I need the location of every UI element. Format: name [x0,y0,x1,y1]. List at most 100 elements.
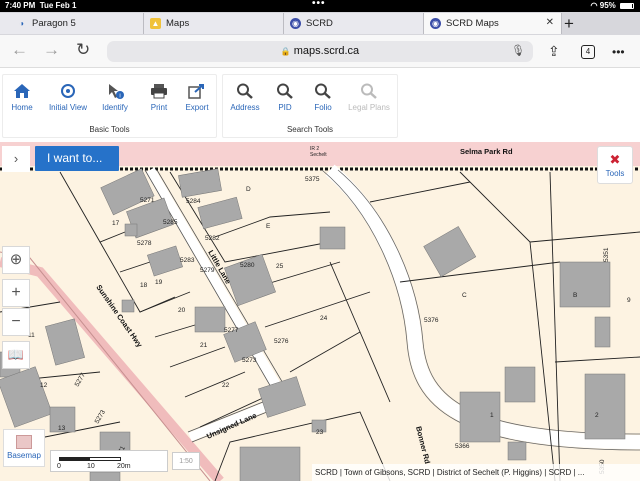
scale-label: 20m [117,463,131,470]
address-label: 5375 [305,176,320,183]
address-label: 5351 [603,247,610,262]
app: Home Initial View i Identify Print Expor… [0,68,640,481]
folio-search-button[interactable]: Folio [301,83,345,112]
tab-label: Paragon 5 [32,18,76,29]
zoom-in-icon[interactable]: + [2,279,30,307]
scale-label: 10 [87,463,95,470]
zoom-out-icon[interactable]: − [2,308,30,336]
locate-me-icon[interactable]: ⊕ [2,246,30,274]
search-icon [315,83,331,99]
address-label: 5283 [180,257,195,264]
tab-scrd[interactable]: ◉ SCRD [284,13,424,34]
lot-label: 24 [320,315,328,322]
browser-tab-bar: ◑ Paragon 5 ▲ Maps ◉ SCRD ◉ SCRD Maps ✕ … [0,12,640,35]
basemap-thumbnail-icon [16,435,32,449]
initial-view-button[interactable]: Initial View [45,83,91,112]
lot-label: 2 [595,412,599,419]
status-time: 7:40 PM Tue Feb 1 [5,1,77,10]
map-canvas[interactable]: Selma Park Rd IR 2 Sechelt Sunshine Coas… [0,142,640,481]
attribution-text: SCRD | Town of Gibsons, SCRD | District … [312,464,640,481]
address-label: 5376 [424,317,439,324]
lot-label: 20 [178,307,186,314]
lot-label: 13 [58,425,66,432]
address-label: 5273 [94,409,107,425]
i-want-to-button[interactable]: I want to... [35,146,119,171]
lot-label: D [246,186,251,193]
url-field[interactable]: 🔒 maps.scrd.ca 🎙 [107,41,533,62]
export-button[interactable]: Export [175,83,219,112]
button-label: Folio [314,103,332,112]
lock-icon: 🔒 [280,47,291,56]
address-label: 5276 [274,338,289,345]
button-label: PID [278,103,292,112]
tools-label: Tools [605,169,625,178]
button-label: Address [230,103,260,112]
tab-scrd-maps[interactable]: ◉ SCRD Maps ✕ [424,13,562,34]
forward-arrow-icon[interactable]: → [43,40,60,60]
status-bar: 7:40 PM Tue Feb 1 ••• ◠ 95% [0,0,640,12]
wifi-icon: ◠ [590,1,598,10]
lot-label: 1 [490,412,494,419]
lot-label: 19 [155,279,163,286]
address-label: 5271 [140,197,155,204]
button-label: Home [11,103,33,112]
button-label: Print [150,103,168,112]
search-icon [361,83,377,99]
address-bar: ← → ↻ 🔒 maps.scrd.ca 🎙 ⇪ 4 ••• [0,35,640,68]
scrd-maps-favicon-icon: ◉ [430,18,441,29]
tab-count-button[interactable]: 4 [581,45,595,59]
identify-icon: i [109,84,124,100]
battery-percent: 95% [599,1,616,10]
new-tab-icon[interactable]: + [564,14,574,34]
home-button[interactable]: Home [0,83,44,112]
lot-label: B [573,292,577,299]
identify-button[interactable]: i Identify [93,83,137,112]
export-icon [188,84,204,99]
legal-plans-button[interactable]: Legal Plans [347,83,391,112]
address-label: 5279 [200,267,215,274]
basic-tools-group: Home Initial View i Identify Print Expor… [2,74,217,138]
basemap-button[interactable]: Basemap [3,429,45,467]
lot-label: 25 [276,263,284,270]
search-icon [277,83,293,99]
map-layer[interactable]: Selma Park Rd IR 2 Sechelt Sunshine Coas… [0,142,640,481]
lot-label: 23 [316,429,324,436]
tab-paragon[interactable]: ◑ Paragon 5 [0,13,144,34]
microphone-icon[interactable]: 🎙 [511,41,525,62]
tab-maps[interactable]: ▲ Maps [144,13,284,34]
address-label: 5284 [186,198,201,205]
tools-wrench-icon: ✖ [609,152,621,167]
lot-label: 12 [40,382,48,389]
lot-label: C [462,292,467,299]
bookmarks-book-icon[interactable]: 📖 [2,341,30,369]
address-label: 5366 [455,443,470,450]
reload-icon[interactable]: ↻ [76,40,90,60]
lot-label: 21 [200,342,208,349]
lot-label: 9 [627,297,631,304]
initial-view-icon [61,84,75,98]
scale-ratio[interactable]: 1:50 [172,452,200,470]
tab-label: Maps [166,18,190,29]
share-icon[interactable]: ⇪ [548,43,560,60]
sechelt-label: Sechelt [310,152,327,158]
address-label: 5273 [242,357,257,364]
multitask-dots-icon[interactable]: ••• [312,0,326,9]
more-icon[interactable]: ••• [612,45,625,59]
button-label: Legal Plans [348,103,390,112]
button-label: Export [185,103,209,112]
expand-panel-button[interactable]: › [2,146,30,172]
ribbon: Home Initial View i Identify Print Expor… [0,68,640,142]
close-tab-icon[interactable]: ✕ [546,17,554,28]
tab-label: SCRD [306,18,333,29]
back-arrow-icon[interactable]: ← [11,40,28,60]
tools-button[interactable]: ✖ Tools [597,146,633,184]
svg-text:i: i [119,94,120,100]
lot-label: 22 [222,382,230,389]
lot-label: 18 [140,282,148,289]
address-label: 5285 [163,219,178,226]
home-icon [14,84,30,98]
scale-bar: 0 10 20m [50,450,168,472]
address-search-button[interactable]: Address [223,83,267,112]
basemap-label: Basemap [7,451,41,460]
scale-bar-graphic [59,457,121,461]
